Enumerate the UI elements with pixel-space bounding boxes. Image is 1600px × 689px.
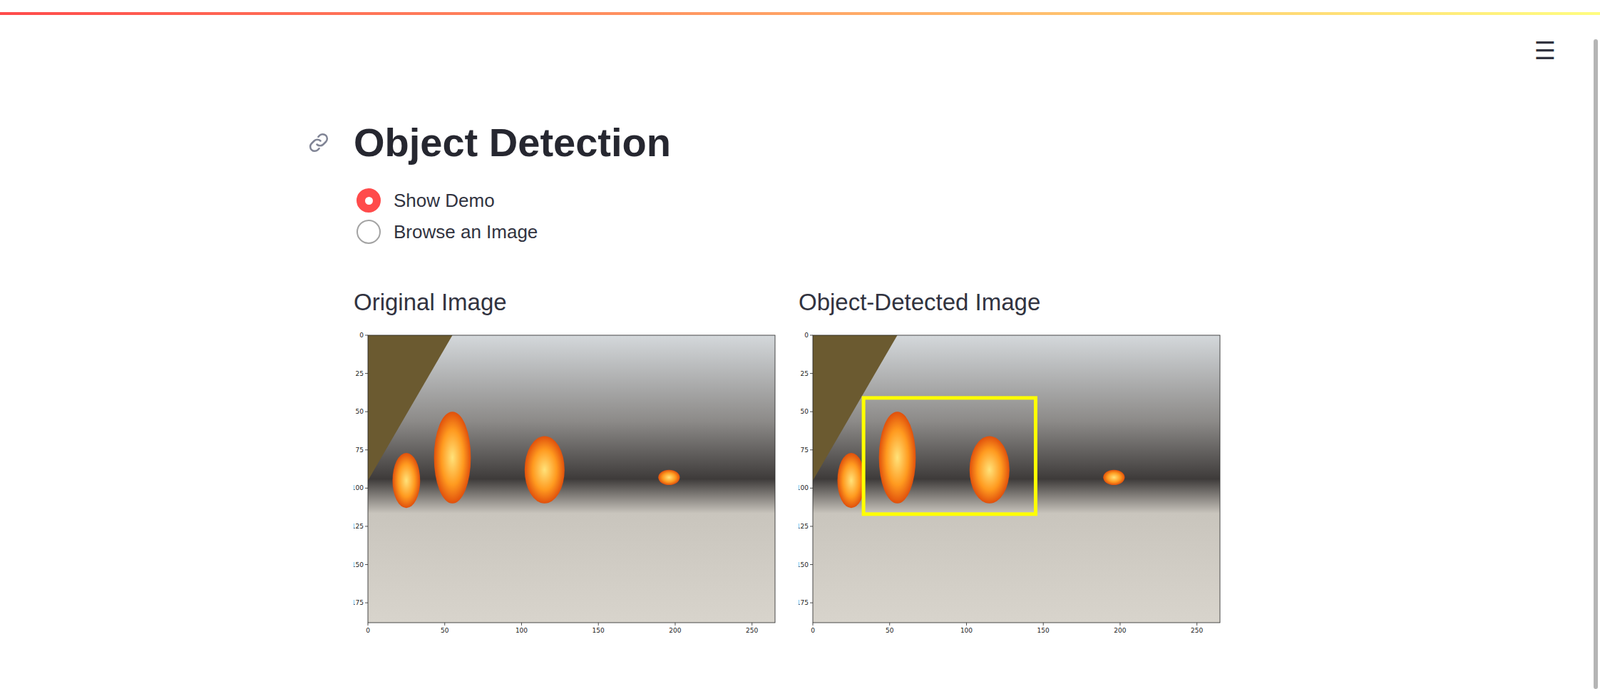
main-content: Object Detection Show Demo Browse an Ima… xyxy=(353,86,1238,637)
panel-heading: Object-Detected Image xyxy=(798,287,1227,319)
plot-frame xyxy=(367,335,776,623)
title-text: Object Detection xyxy=(353,119,671,165)
x-tick-label: 200 xyxy=(1113,626,1126,634)
image-columns: Original Image 0 25 50 75 100 125 150 175 0 50 100… xyxy=(353,287,1238,637)
y-tick-label: 100 xyxy=(353,484,364,492)
y-tick-label: 175 xyxy=(798,598,809,607)
radio-button[interactable] xyxy=(356,219,381,244)
detection-box xyxy=(863,397,1036,515)
y-tick-label: 100 xyxy=(798,484,809,492)
panel-heading: Original Image xyxy=(353,287,782,319)
y-tick-label: 50 xyxy=(355,407,365,415)
mode-radio-option[interactable]: Show Demo xyxy=(356,184,1238,217)
x-tick-label: 150 xyxy=(592,626,605,634)
radio-dot xyxy=(365,196,373,205)
y-tick-label: 175 xyxy=(353,598,364,607)
x-tick-label: 150 xyxy=(1037,626,1050,634)
y-tick-label: 125 xyxy=(353,522,364,530)
image-plot: 0 25 50 75 100 125 150 175 0 50 100 150 200 250 xyxy=(353,332,782,637)
header: ☰ xyxy=(0,14,1592,87)
y-tick-label: 75 xyxy=(355,446,364,454)
header-decoration xyxy=(0,12,1600,15)
y-tick-label: 75 xyxy=(800,446,809,454)
y-tick-label: 25 xyxy=(355,370,364,378)
main-menu-button[interactable]: ☰ xyxy=(1528,35,1562,66)
x-tick-label: 250 xyxy=(745,626,758,634)
page: ☰ Object Detection Show Demo Browse an I… xyxy=(0,0,1600,689)
link-icon[interactable] xyxy=(308,131,330,154)
page-title: Object Detection xyxy=(353,118,1238,167)
radio-label: Show Demo xyxy=(393,189,495,212)
x-tick-label: 50 xyxy=(885,626,895,634)
y-tick-label: 25 xyxy=(800,370,809,378)
mode-radio-group: Show Demo Browse an Image xyxy=(353,184,1238,248)
x-tick-label: 250 xyxy=(1190,626,1203,634)
radio-label: Browse an Image xyxy=(393,221,538,244)
y-tick-label: 150 xyxy=(353,561,364,569)
image-panel: Object-Detected Image 0 25 50 75 100 125 150 17… xyxy=(798,287,1227,637)
photo xyxy=(367,335,776,623)
mode-radio-option[interactable]: Browse an Image xyxy=(356,216,1238,248)
x-tick-label: 50 xyxy=(440,626,450,634)
x-tick-label: 100 xyxy=(960,626,973,634)
plot-frame xyxy=(812,335,1220,623)
image-panel: Original Image 0 25 50 75 100 125 150 175 0 50 100… xyxy=(353,287,782,637)
x-tick-label: 0 xyxy=(810,626,815,634)
photo xyxy=(812,335,1220,623)
y-tick-label: 0 xyxy=(359,332,364,339)
x-tick-label: 0 xyxy=(365,626,371,634)
x-tick-label: 200 xyxy=(668,626,681,634)
scrollbar-thumb[interactable] xyxy=(1593,39,1598,689)
y-tick-label: 125 xyxy=(798,522,809,530)
scrollbar[interactable] xyxy=(1591,14,1600,689)
y-tick-label: 50 xyxy=(800,407,810,415)
x-tick-label: 100 xyxy=(515,626,528,634)
radio-button[interactable] xyxy=(356,188,381,213)
image-plot: 0 25 50 75 100 125 150 175 0 50 100 150 200 250 xyxy=(798,332,1227,637)
y-tick-label: 150 xyxy=(798,561,809,569)
y-tick-label: 0 xyxy=(804,332,809,339)
